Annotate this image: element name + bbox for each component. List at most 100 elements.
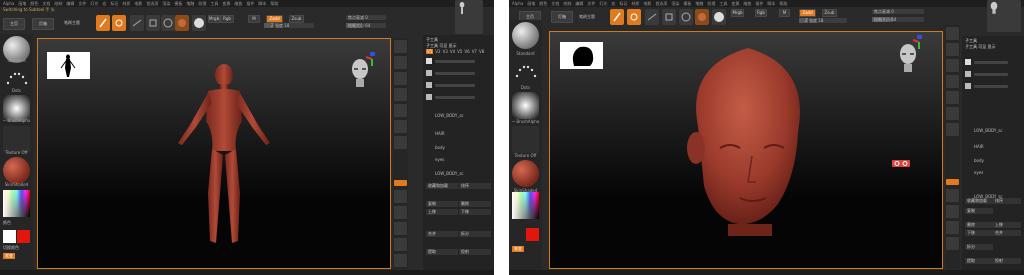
menu-item[interactable]: 模板 xyxy=(174,1,182,7)
menu-button[interactable]: 上移 xyxy=(426,209,458,215)
color-picker[interactable] xyxy=(3,190,30,217)
subtool-row[interactable] xyxy=(426,69,475,77)
subtool-item-name[interactable]: LOW_BODY_sc xyxy=(974,128,1003,133)
menu-button[interactable]: 拆分 xyxy=(459,231,491,237)
menu-item[interactable]: 模板 xyxy=(683,1,691,7)
menu-item[interactable]: 绘制 xyxy=(54,1,62,7)
menu-button[interactable]: 排序 xyxy=(459,183,491,189)
m-toggle[interactable]: M xyxy=(248,15,260,23)
menu-button[interactable]: 下移 xyxy=(965,230,993,236)
canvas-viewport[interactable] xyxy=(549,31,943,269)
tab-v2[interactable]: V2 xyxy=(435,49,440,54)
menu-button[interactable]: 复制 xyxy=(965,208,993,214)
rgb-toggle[interactable]: Rgb xyxy=(755,9,767,17)
material-icon[interactable] xyxy=(175,15,189,31)
menu-item[interactable]: 渲染 xyxy=(671,1,679,7)
frame-button[interactable] xyxy=(394,180,407,186)
tab-v3[interactable]: V3 xyxy=(443,49,448,54)
actual-button[interactable] xyxy=(394,88,407,101)
tool-thumbnail-icon[interactable] xyxy=(455,0,483,34)
scroll-button[interactable] xyxy=(394,56,407,69)
draw-icon[interactable] xyxy=(627,9,641,25)
scale-icon[interactable] xyxy=(146,15,160,31)
alpha-preview[interactable] xyxy=(512,92,539,119)
menu-item[interactable]: 灯光 xyxy=(90,1,98,7)
scale-button[interactable] xyxy=(394,206,407,219)
menu-button[interactable]: 收藏和加载 xyxy=(426,183,458,189)
zsub-toggle[interactable]: Zsub xyxy=(289,15,304,23)
menu-item[interactable]: 工具 xyxy=(210,1,218,7)
material-preview[interactable] xyxy=(512,160,539,187)
bpr-button[interactable] xyxy=(394,40,407,53)
rgb-toggle[interactable]: Rgb xyxy=(220,15,234,23)
menu-item[interactable]: 标记 xyxy=(110,1,118,7)
move-icon[interactable] xyxy=(645,9,659,25)
floor-button[interactable] xyxy=(946,123,959,136)
menu-item[interactable]: 标记 xyxy=(619,1,627,7)
subtool-row[interactable] xyxy=(965,58,1008,66)
subtool-item-name[interactable]: eyes xyxy=(435,157,444,162)
frame-button[interactable] xyxy=(946,179,959,185)
menu-item[interactable]: 工具 xyxy=(719,1,727,7)
actual-button[interactable] xyxy=(946,75,959,88)
aahalf-button[interactable] xyxy=(394,104,407,117)
bpr-button[interactable] xyxy=(946,27,959,40)
subtool-row[interactable] xyxy=(426,93,475,101)
rotate-button[interactable] xyxy=(946,221,959,234)
subtool-row[interactable] xyxy=(965,70,1008,78)
menu-item[interactable]: 首选项 xyxy=(655,1,667,7)
subtool-row[interactable] xyxy=(965,82,1008,90)
menu-item[interactable]: 帮助 xyxy=(779,1,787,7)
menu-item[interactable]: 材质 xyxy=(631,1,639,7)
subtool-item-name[interactable]: body xyxy=(435,145,445,150)
menu-item[interactable]: 帮助 xyxy=(270,1,278,7)
menu-item[interactable]: 编辑 xyxy=(575,1,583,7)
mrgb-toggle[interactable]: Mrgb xyxy=(731,9,744,17)
material-icon[interactable] xyxy=(695,9,709,25)
zoom-button[interactable] xyxy=(946,59,959,72)
edit-icon[interactable] xyxy=(610,9,624,25)
draw-icon[interactable] xyxy=(112,15,126,31)
sphere-icon[interactable] xyxy=(192,15,206,31)
menu-item[interactable]: Alpha xyxy=(512,1,523,6)
menu-item[interactable]: 脚本 xyxy=(767,1,775,7)
tool-thumbnail-icon[interactable] xyxy=(987,0,1021,32)
axis-gizmo-icon[interactable] xyxy=(912,34,926,50)
material-preview[interactable] xyxy=(3,157,30,184)
switch-color-label[interactable]: 切换颜色 xyxy=(3,245,19,251)
rotate-icon[interactable] xyxy=(679,9,693,25)
mrgb-toggle[interactable]: Mrgb xyxy=(208,15,220,23)
move-icon[interactable] xyxy=(130,15,144,31)
edit-icon[interactable] xyxy=(96,15,110,31)
persp-button[interactable] xyxy=(394,120,407,133)
menu-item[interactable]: 文档 xyxy=(551,1,559,7)
subtool-item-name[interactable]: eyes xyxy=(974,170,983,175)
menu-button[interactable]: 收藏和加载 xyxy=(965,198,993,204)
lightbox-button[interactable]: 灯箱 xyxy=(32,18,54,30)
texture-preview[interactable] xyxy=(3,126,30,153)
scale-button[interactable] xyxy=(946,205,959,218)
menu-button[interactable]: 提取 xyxy=(426,249,458,255)
texture-preview[interactable] xyxy=(512,126,539,153)
subtool-item-name[interactable]: HAIR xyxy=(974,144,984,149)
menu-button[interactable]: 排序 xyxy=(993,198,1021,204)
menu-button[interactable]: 合并 xyxy=(426,231,458,237)
stroke-preview[interactable] xyxy=(512,58,539,85)
brush-theme-label[interactable]: 笔刷主题 xyxy=(64,20,80,26)
menu-item[interactable]: 画笔 xyxy=(18,1,26,7)
transp-button[interactable] xyxy=(394,254,407,267)
tab-v8[interactable]: V8 xyxy=(479,49,484,54)
menu-item[interactable]: 电影 xyxy=(643,1,651,7)
subtool-row[interactable] xyxy=(426,57,475,65)
menu-item[interactable]: 颜色 xyxy=(30,1,38,7)
menu-item[interactable]: 插件 xyxy=(755,1,763,7)
secondary-color-swatch[interactable] xyxy=(3,230,16,243)
menu-button[interactable]: 投射 xyxy=(459,249,491,255)
brush-preview[interactable] xyxy=(512,22,539,49)
zadd-toggle[interactable]: Zadd xyxy=(266,15,283,23)
m-toggle[interactable]: M xyxy=(779,9,790,17)
menu-item[interactable]: 纹理 xyxy=(198,1,206,7)
rotate-icon[interactable] xyxy=(161,15,175,31)
color-picker[interactable] xyxy=(512,192,539,219)
subtool-item-name[interactable]: HAIR xyxy=(435,131,445,136)
